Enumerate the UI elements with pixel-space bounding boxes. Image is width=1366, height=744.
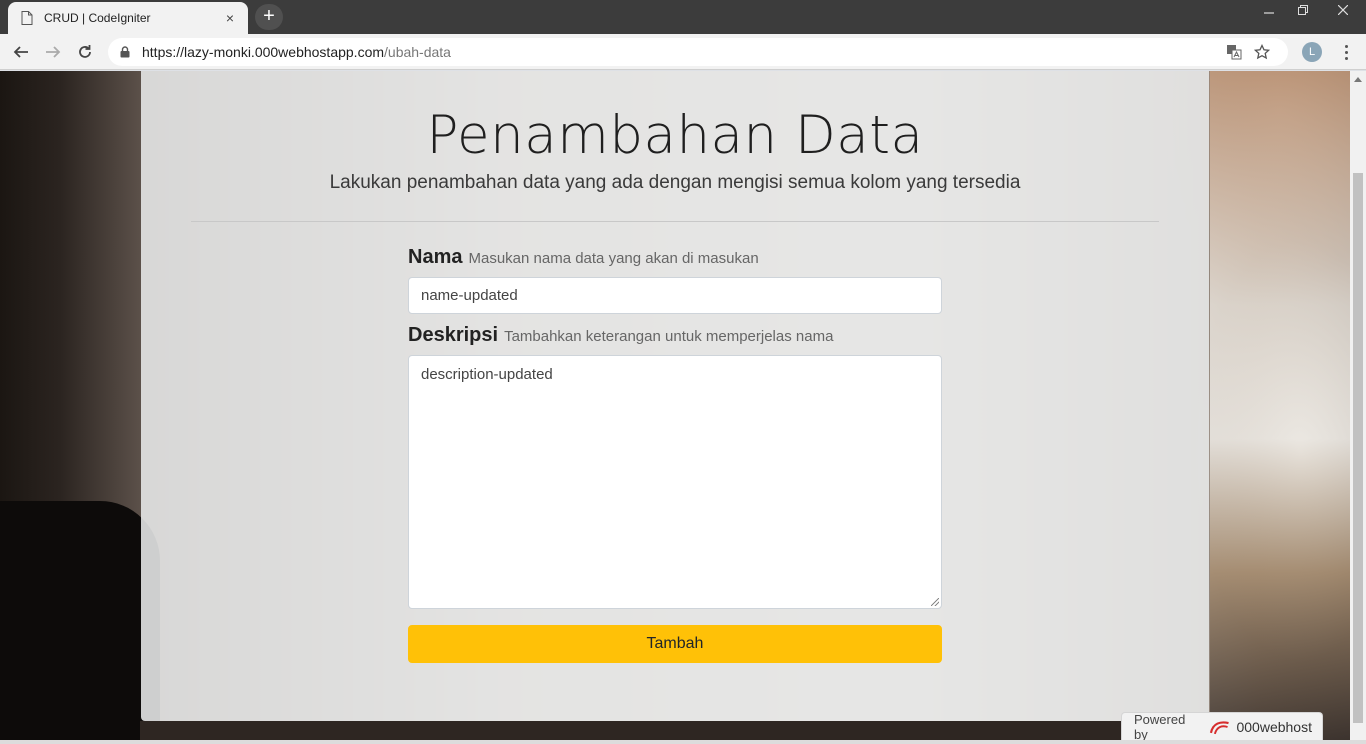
- page-subtitle: Lakukan penambahan data yang ada dengan …: [329, 172, 1021, 193]
- tab-title: CRUD | CodeIgniter: [44, 11, 151, 25]
- name-label: Nama: [408, 246, 463, 268]
- resize-handle-icon[interactable]: [931, 598, 939, 606]
- page-title: Penambahan Data: [426, 105, 924, 166]
- description-textarea[interactable]: description-updated: [408, 355, 942, 609]
- powered-by-brand: 000webhost: [1236, 718, 1312, 735]
- back-icon[interactable]: [8, 39, 34, 65]
- page-viewport: Penambahan Data Lakukan penambahan data …: [0, 71, 1350, 740]
- reload-icon[interactable]: [72, 39, 98, 65]
- star-icon[interactable]: [1248, 44, 1276, 60]
- background-photo-dark: [0, 501, 160, 740]
- powered-by-text: Powered by: [1134, 711, 1186, 742]
- url-host: https://lazy-monki.000webhostapp.com: [142, 44, 385, 60]
- tab-close-icon[interactable]: ×: [222, 10, 238, 26]
- address-bar[interactable]: https://lazy-monki.000webhostapp.com/uba…: [108, 38, 1288, 66]
- window-close-icon[interactable]: [1320, 0, 1366, 20]
- name-input[interactable]: name-updated: [408, 277, 942, 314]
- divider: [191, 221, 1159, 222]
- window-bottom-edge: [0, 740, 1366, 744]
- powered-by-badge[interactable]: Powered by 000webhost: [1121, 711, 1323, 742]
- scroll-up-icon[interactable]: [1350, 71, 1366, 87]
- description-label: Deskripsi: [408, 324, 499, 346]
- translate-icon[interactable]: [1220, 44, 1248, 60]
- browser-titlebar: CRUD | CodeIgniter × +: [0, 0, 1366, 34]
- page-icon: [20, 10, 34, 26]
- window-controls: [1252, 0, 1366, 20]
- 000webhost-logo-icon: [1209, 720, 1229, 734]
- menu-icon[interactable]: [1336, 42, 1356, 62]
- name-label-row: Nama Masukan nama data yang akan di masu…: [408, 246, 942, 269]
- forward-icon[interactable]: [40, 39, 66, 65]
- url-text: https://lazy-monki.000webhostapp.com/uba…: [142, 44, 1220, 60]
- background-photo-table: [140, 721, 1210, 740]
- lock-icon: [120, 46, 134, 58]
- new-tab-button[interactable]: +: [255, 4, 283, 30]
- description-hint: Tambahkan keterangan untuk memperjelas n…: [504, 328, 834, 345]
- description-value: description-updated: [421, 366, 553, 383]
- profile-avatar[interactable]: L: [1302, 42, 1322, 62]
- browser-toolbar: https://lazy-monki.000webhostapp.com/uba…: [0, 34, 1366, 70]
- name-hint: Masukan nama data yang akan di masukan: [468, 250, 759, 267]
- minimize-icon[interactable]: [1252, 0, 1286, 20]
- add-data-form: Nama Masukan nama data yang akan di masu…: [408, 246, 942, 663]
- background-photo-person: [1210, 71, 1350, 740]
- url-path: /ubah-data: [384, 44, 451, 60]
- submit-button[interactable]: Tambah: [408, 625, 942, 663]
- form-card: Penambahan Data Lakukan penambahan data …: [141, 71, 1209, 721]
- restore-icon[interactable]: [1286, 0, 1320, 20]
- page-scrollbar[interactable]: [1350, 71, 1366, 740]
- scrollbar-thumb[interactable]: [1353, 173, 1363, 723]
- browser-tab[interactable]: CRUD | CodeIgniter ×: [8, 2, 248, 34]
- description-label-row: Deskripsi Tambahkan keterangan untuk mem…: [408, 324, 942, 347]
